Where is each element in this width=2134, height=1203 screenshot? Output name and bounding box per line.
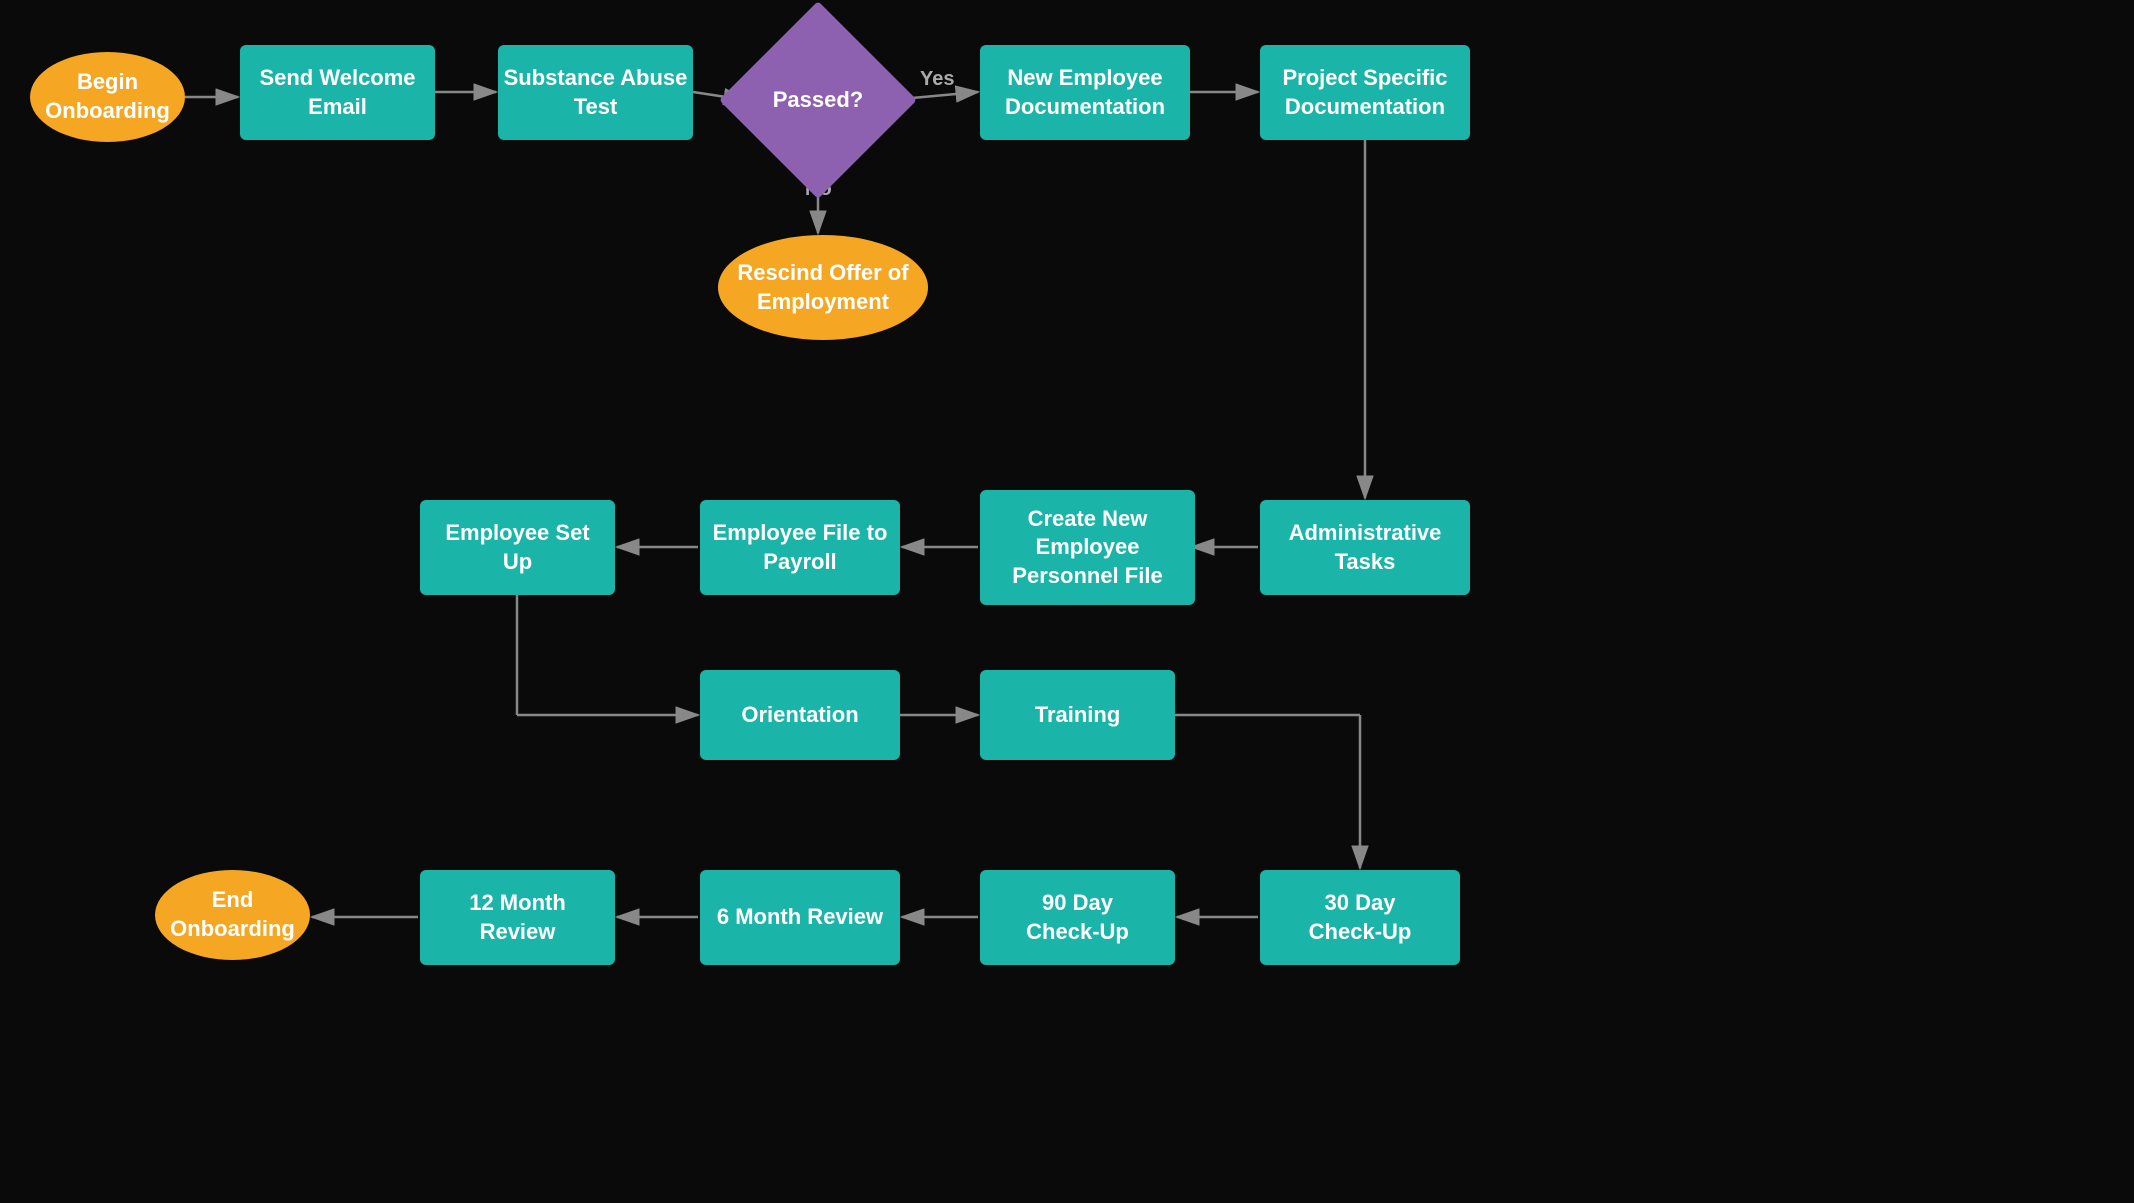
send-welcome-email[interactable]: Send WelcomeEmail xyxy=(240,45,435,140)
training[interactable]: Training xyxy=(980,670,1175,760)
employee-set-up[interactable]: Employee SetUp xyxy=(420,500,615,595)
flowchart: Yes No Begin Onboarding Send WelcomeEmai… xyxy=(0,0,2134,1203)
30-day-checkup[interactable]: 30 DayCheck-Up xyxy=(1260,870,1460,965)
create-new-employee-personnel-file[interactable]: Create NewEmployeePersonnel File xyxy=(980,490,1195,605)
substance-abuse-test[interactable]: Substance AbuseTest xyxy=(498,45,693,140)
rescind-offer[interactable]: Rescind Offer ofEmployment xyxy=(718,235,928,340)
administrative-tasks[interactable]: AdministrativeTasks xyxy=(1260,500,1470,595)
6-month-review[interactable]: 6 Month Review xyxy=(700,870,900,965)
yes-label: Yes xyxy=(920,68,954,91)
project-specific-documentation[interactable]: Project SpecificDocumentation xyxy=(1260,45,1470,140)
90-day-checkup[interactable]: 90 DayCheck-Up xyxy=(980,870,1175,965)
passed-diamond[interactable]: Passed? xyxy=(748,30,888,170)
begin-onboarding[interactable]: Begin Onboarding xyxy=(30,52,185,142)
end-onboarding[interactable]: EndOnboarding xyxy=(155,870,310,960)
new-employee-documentation[interactable]: New EmployeeDocumentation xyxy=(980,45,1190,140)
12-month-review[interactable]: 12 MonthReview xyxy=(420,870,615,965)
employee-file-to-payroll[interactable]: Employee File toPayroll xyxy=(700,500,900,595)
orientation[interactable]: Orientation xyxy=(700,670,900,760)
